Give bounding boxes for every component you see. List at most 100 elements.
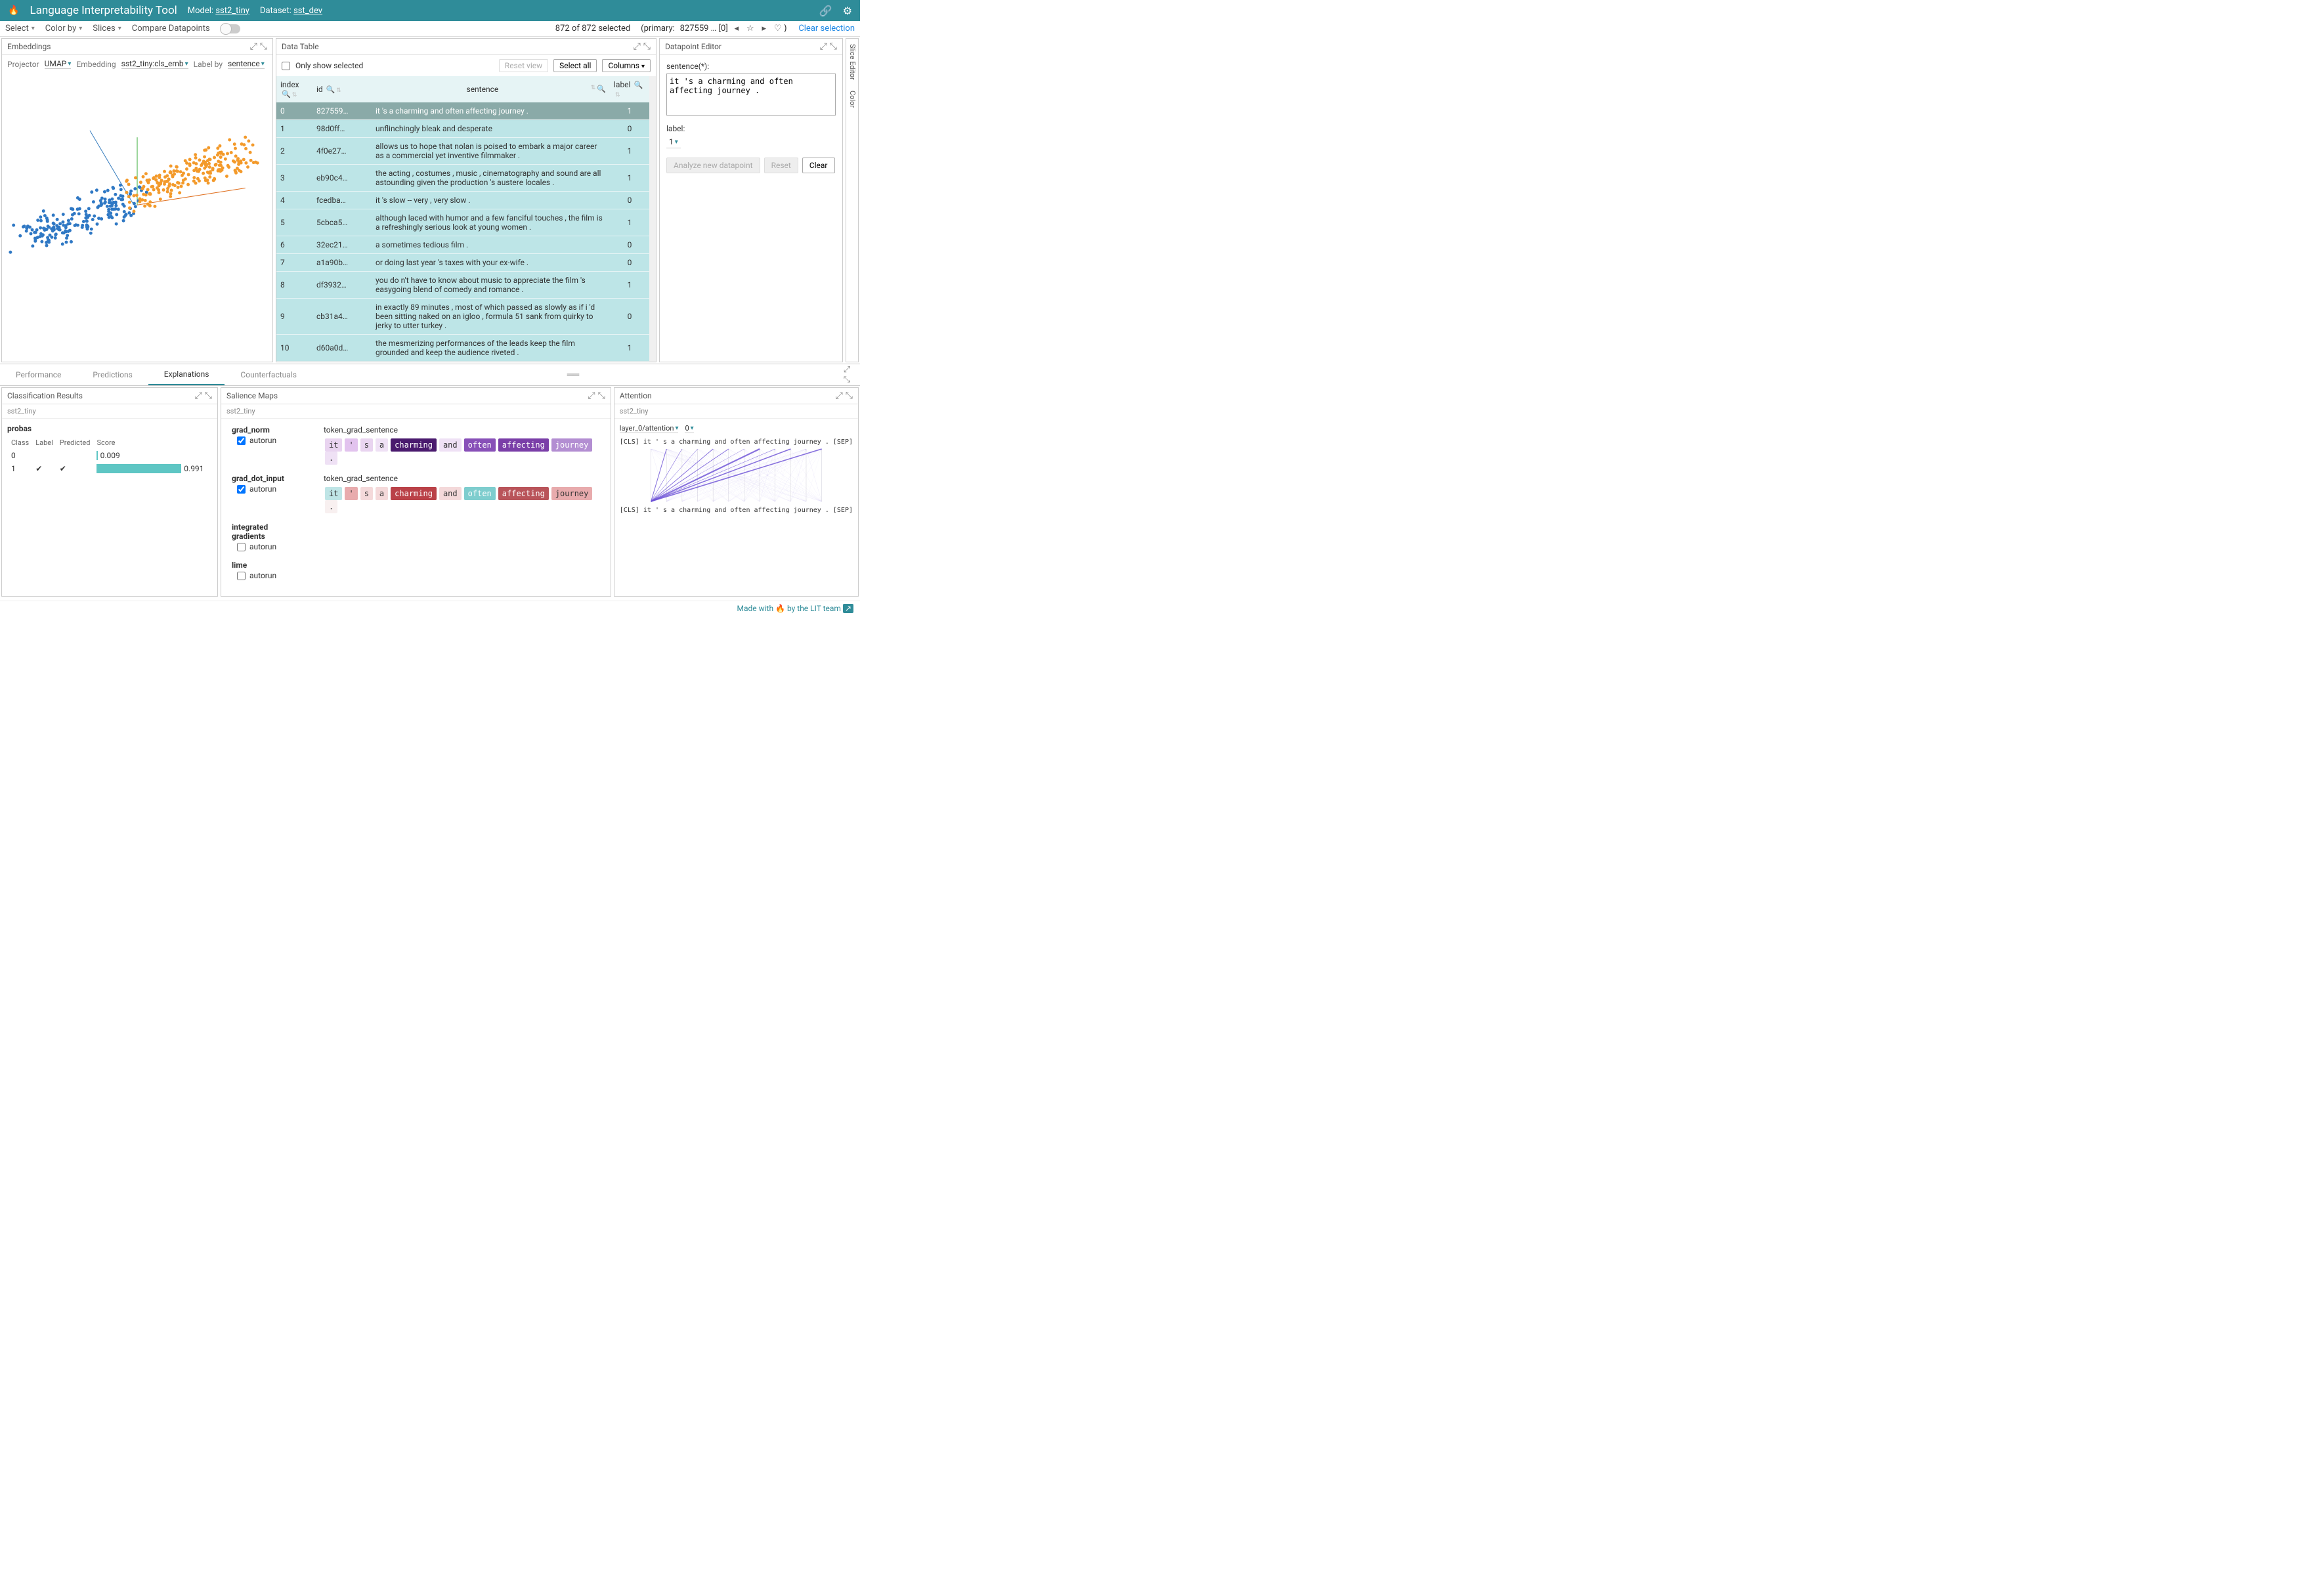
collapse-icon[interactable]: ⤢ <box>588 391 595 401</box>
embedding-point[interactable] <box>249 151 252 154</box>
collapse-icon[interactable]: ⤢ <box>820 41 827 52</box>
table-row[interactable]: 3eb90c4…the acting , costumes , music , … <box>276 165 649 192</box>
table-row[interactable]: 4fcedba…it 's slow -- very , very slow .… <box>276 192 649 209</box>
embedding-point[interactable] <box>107 210 110 213</box>
embedding-point[interactable] <box>31 228 34 232</box>
embedding-point[interactable] <box>155 175 158 178</box>
table-row[interactable]: 24f0e27…allows us to hope that nolan is … <box>276 138 649 165</box>
autorun-checkbox-label[interactable]: autorun <box>237 436 297 445</box>
embedding-point[interactable] <box>207 181 210 184</box>
embedding-point[interactable] <box>148 200 152 203</box>
embedding-point[interactable] <box>173 184 177 187</box>
embedding-point[interactable] <box>194 153 197 156</box>
embedding-point[interactable] <box>236 157 240 160</box>
embedding-point[interactable] <box>230 151 233 154</box>
embedding-point[interactable] <box>64 224 68 227</box>
embedding-point[interactable] <box>46 236 49 240</box>
embedding-point[interactable] <box>125 191 128 194</box>
model-value[interactable]: sst2_tiny <box>215 6 249 16</box>
link-icon[interactable]: 🔗 <box>819 5 832 17</box>
embedding-point[interactable] <box>192 176 196 179</box>
embedding-point[interactable] <box>38 235 41 238</box>
embedding-point[interactable] <box>86 216 89 219</box>
embedding-point[interactable] <box>184 177 187 180</box>
embedding-point[interactable] <box>135 194 139 197</box>
embedding-point[interactable] <box>207 162 211 165</box>
attention-subtab[interactable]: sst2_tiny <box>614 404 858 419</box>
expand-icon[interactable]: ⤡ <box>846 391 853 401</box>
star-icon[interactable]: ☆ <box>745 24 756 33</box>
embedding-point[interactable] <box>194 167 198 170</box>
embedding-point[interactable] <box>134 176 137 179</box>
drag-handle-icon[interactable]: ══ <box>312 370 834 380</box>
embedding-point[interactable] <box>41 233 45 236</box>
embedding-point[interactable] <box>85 220 89 223</box>
embedding-point[interactable] <box>108 216 111 219</box>
embedding-point[interactable] <box>18 234 22 238</box>
embedding-point[interactable] <box>169 171 173 175</box>
embedding-point[interactable] <box>143 205 146 208</box>
slice-editor-tab[interactable]: Slice Editor <box>848 41 857 83</box>
embedding-point[interactable] <box>115 213 118 216</box>
embedding-point[interactable] <box>172 169 175 173</box>
embedding-point[interactable] <box>247 139 250 142</box>
attention-head-select[interactable]: 0▾ <box>685 424 693 433</box>
embedding-point[interactable] <box>95 188 98 192</box>
embedding-point[interactable] <box>181 181 184 184</box>
embedding-point[interactable] <box>92 200 95 203</box>
embedding-point[interactable] <box>133 209 136 213</box>
embedding-point[interactable] <box>114 193 117 196</box>
embedding-point[interactable] <box>61 231 64 234</box>
select-menu[interactable]: Select▾ <box>5 24 35 33</box>
col-label[interactable]: label 🔍⇅ <box>610 76 649 102</box>
embedding-point[interactable] <box>25 230 28 233</box>
embedding-point[interactable] <box>209 158 212 161</box>
embedding-point[interactable] <box>198 158 201 161</box>
select-all-button[interactable]: Select all <box>553 59 597 72</box>
columns-button[interactable]: Columns ▾ <box>602 59 651 72</box>
expand-icon[interactable]: ⤡ <box>598 391 605 401</box>
embedding-point[interactable] <box>54 232 58 236</box>
collapse-icon[interactable]: ⤢ <box>634 41 641 52</box>
embedding-point[interactable] <box>228 138 231 142</box>
embedding-point[interactable] <box>78 207 81 211</box>
sort-icon[interactable]: ⇅ <box>336 87 341 94</box>
embedding-point[interactable] <box>139 180 142 184</box>
embedding-point[interactable] <box>114 204 118 207</box>
embedding-point[interactable] <box>251 143 255 146</box>
embedding-point[interactable] <box>213 156 216 159</box>
embedding-point[interactable] <box>39 215 42 219</box>
embedding-point[interactable] <box>73 212 76 215</box>
embedding-point[interactable] <box>42 209 45 213</box>
embedding-point[interactable] <box>122 219 125 223</box>
embedding-point[interactable] <box>123 210 126 213</box>
embedding-point[interactable] <box>84 209 87 213</box>
embedding-point[interactable] <box>77 212 81 215</box>
embedding-point[interactable] <box>76 224 79 227</box>
embedding-point[interactable] <box>23 224 26 228</box>
collapse-icon[interactable]: ⤢ <box>195 391 202 401</box>
autorun-checkbox[interactable] <box>237 543 246 551</box>
embedding-point[interactable] <box>179 170 183 173</box>
next-primary-icon[interactable]: ▸ <box>760 24 767 33</box>
embedding-point[interactable] <box>168 182 171 186</box>
salience-token[interactable]: affecting <box>498 487 549 500</box>
embedding-point[interactable] <box>169 192 172 196</box>
embedding-point[interactable] <box>146 188 150 191</box>
salience-token[interactable]: it <box>325 438 342 452</box>
embedding-point[interactable] <box>114 201 118 204</box>
autorun-checkbox[interactable] <box>237 485 246 494</box>
embedding-point[interactable] <box>39 219 43 223</box>
embedding-point[interactable] <box>89 232 93 235</box>
embedding-point[interactable] <box>158 173 161 177</box>
salience-token[interactable]: and <box>439 438 462 452</box>
autorun-checkbox-label[interactable]: autorun <box>237 542 297 551</box>
expand-icon[interactable]: ⤡ <box>830 41 837 52</box>
embedding-point[interactable] <box>244 161 247 165</box>
embedding-point[interactable] <box>9 251 12 254</box>
sort-icon[interactable]: ⇅ <box>615 92 620 98</box>
embedding-point[interactable] <box>133 187 137 190</box>
salience-token[interactable]: a <box>376 487 388 500</box>
embedding-point[interactable] <box>203 155 206 158</box>
embedding-point[interactable] <box>125 180 128 183</box>
